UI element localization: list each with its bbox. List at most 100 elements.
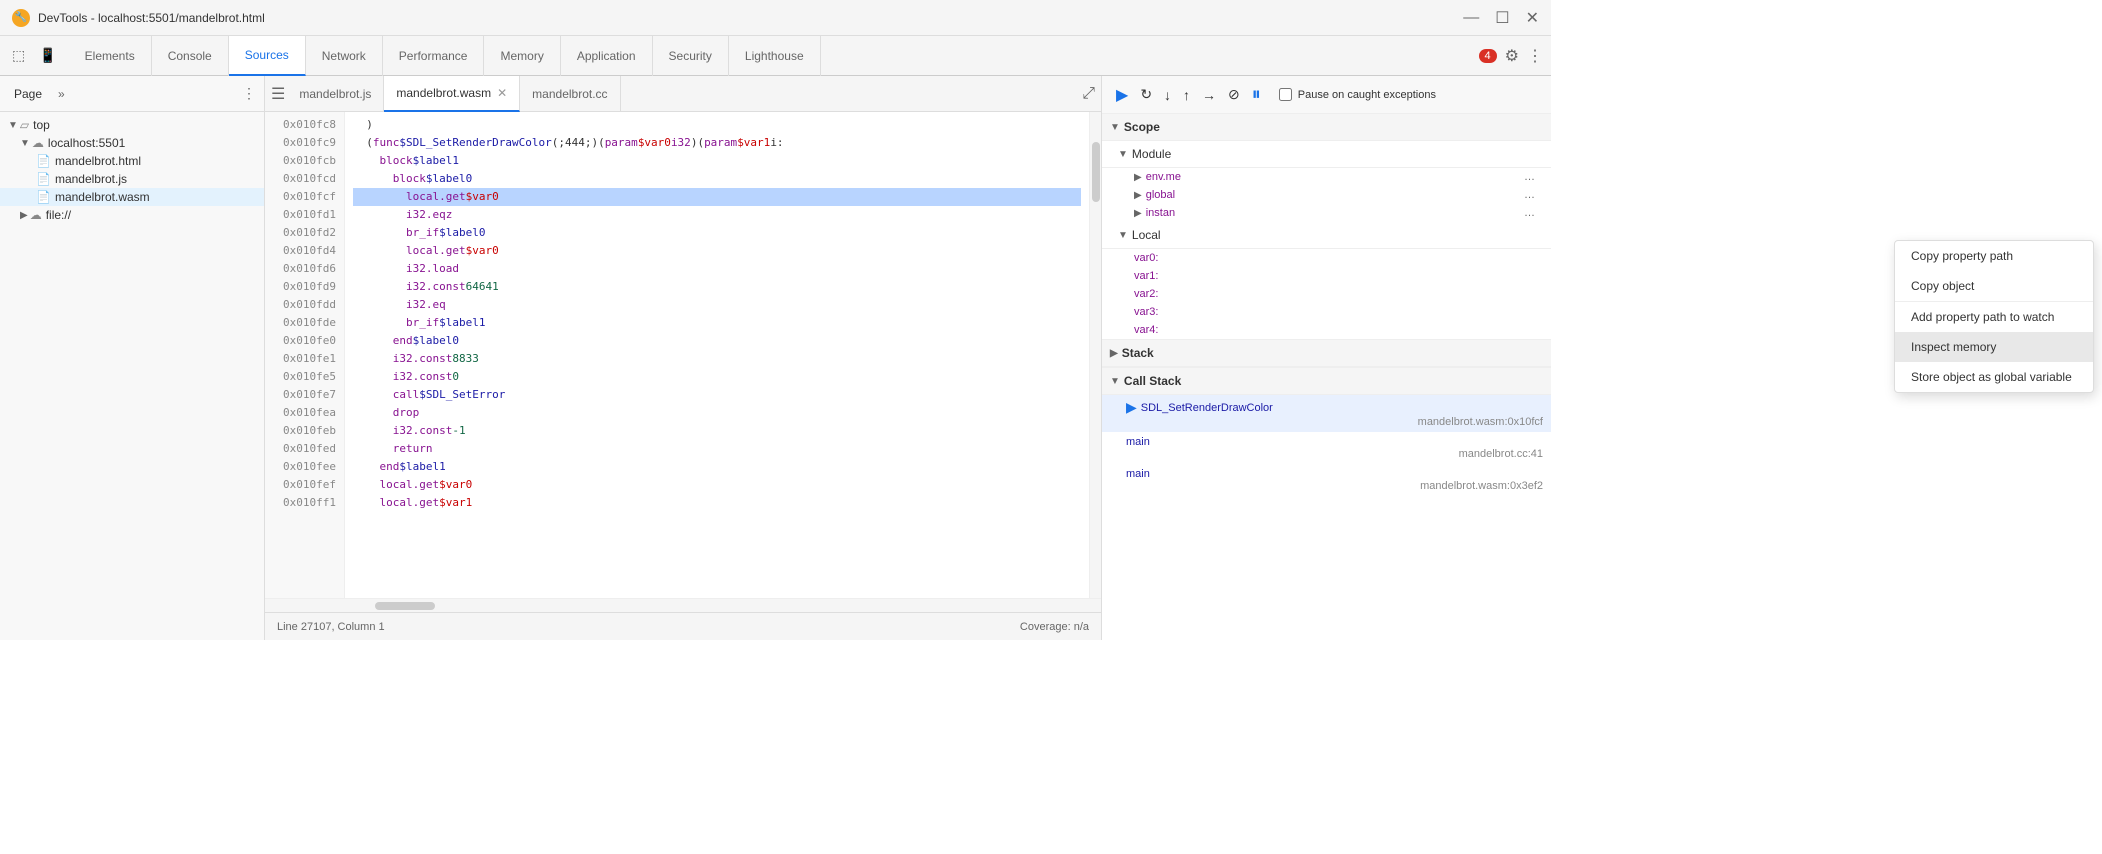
tab-network[interactable]: Network (306, 36, 383, 76)
editor-area: ☰ mandelbrot.js mandelbrot.wasm ✕ mandel… (265, 76, 1101, 640)
tree-item-label: localhost:5501 (48, 136, 125, 150)
filesystem-icon: ☁ (30, 208, 42, 222)
editor-tab-cc[interactable]: mandelbrot.cc (520, 76, 620, 112)
tree-item-label: mandelbrot.wasm (55, 190, 150, 204)
module-section-header[interactable]: ▼ Module (1102, 141, 1551, 168)
tab-elements[interactable]: Elements (69, 36, 152, 76)
callstack-item-2[interactable]: main mandelbrot.wasm:0x3ef2 (1102, 464, 1551, 496)
step-into-button[interactable]: ↓ (1162, 85, 1173, 105)
callstack-fn-0: SDL_SetRenderDrawColor (1141, 402, 1273, 414)
scope-var2-item[interactable]: var2: (1102, 285, 1551, 303)
chevron-down-icon: ▼ (1110, 376, 1120, 387)
chevron-right-icon: ▶ (1134, 208, 1142, 219)
scope-instan-item[interactable]: ▶ instan … (1102, 204, 1551, 222)
tab-memory[interactable]: Memory (484, 36, 560, 76)
server-icon: ☁ (32, 136, 44, 150)
tree-item-file[interactable]: ▶ ☁ file:// (0, 206, 264, 224)
chevron-right-icon: ▶ (1134, 172, 1142, 183)
code-area: 0x010fc8 0x010fc9 0x010fcb 0x010fcd 0x01… (265, 112, 1101, 598)
debugger-toolbar: ▶ ↻ ↓ ↑ → ⊘ ⏸ Pause on caught exceptions (1102, 76, 1551, 114)
var3-key: var3: (1134, 306, 1158, 318)
code-line: ) (353, 116, 1081, 134)
scope-env-item[interactable]: ▶ env.me … (1102, 168, 1551, 186)
callstack-item-1[interactable]: main mandelbrot.cc:41 (1102, 432, 1551, 464)
scope-var4-item[interactable]: var4: (1102, 321, 1551, 339)
editor-tab-wasm[interactable]: mandelbrot.wasm ✕ (384, 76, 520, 112)
coverage-status: Coverage: n/a (1020, 621, 1089, 633)
tree-item-label: file:// (46, 208, 71, 222)
callstack-item-0[interactable]: ▶ SDL_SetRenderDrawColor mandelbrot.wasm… (1102, 395, 1551, 432)
settings-button[interactable]: ⚙ (1505, 46, 1519, 66)
scope-global-item[interactable]: ▶ global … (1102, 186, 1551, 204)
minimize-button[interactable]: — (1463, 8, 1479, 28)
more-options-button[interactable]: ⋮ (1527, 46, 1543, 66)
local-label: Local (1132, 228, 1161, 242)
code-content[interactable]: ) (func $SDL_SetRenderDrawColor (;444;) … (345, 112, 1089, 598)
step-over-button[interactable]: ↻ (1138, 84, 1154, 105)
scope-var3-item[interactable]: var3: (1102, 303, 1551, 321)
mobile-toggle-button[interactable]: 📱 (35, 45, 60, 66)
show-quick-source-button[interactable]: ⤢ (1080, 83, 1097, 105)
tree-item-html[interactable]: 📄 mandelbrot.html (0, 152, 264, 170)
editor-tab-label: mandelbrot.cc (532, 87, 607, 101)
step-button[interactable]: → (1200, 85, 1218, 105)
code-line: end $label0 (353, 332, 1081, 350)
tree-item-localhost[interactable]: ▼ ☁ localhost:5501 (0, 134, 264, 152)
editor-nav-buttons: ⤢ (1080, 83, 1097, 105)
inspect-element-button[interactable]: ⬚ (8, 45, 29, 66)
callstack-section-header[interactable]: ▼ Call Stack (1102, 367, 1551, 395)
code-line: block $label1 (353, 152, 1081, 170)
editor-tab-js[interactable]: mandelbrot.js (287, 76, 384, 112)
filetree-header: Page » ⋮ (0, 76, 264, 112)
toggle-navigator-button[interactable]: ☰ (269, 82, 287, 106)
chevron-right-icon: ▶ (1134, 190, 1142, 201)
vertical-scrollbar[interactable] (1089, 112, 1101, 598)
file-tree-panel: Page » ⋮ ▼ ▱ top ▼ ☁ localhost:5501 📄 ma… (0, 76, 265, 640)
tree-item-top[interactable]: ▼ ▱ top (0, 116, 264, 134)
chevron-down-icon: ▼ (8, 120, 18, 131)
filetree-tabs: Page » (8, 85, 71, 103)
stack-label: Stack (1122, 346, 1154, 360)
ellipsis-icon: … (1524, 171, 1535, 183)
var1-key: var1: (1134, 270, 1158, 282)
stack-section-header[interactable]: ▶ Stack (1102, 339, 1551, 367)
frame-icon: ▱ (20, 118, 29, 132)
horizontal-scrollbar[interactable] (265, 598, 1101, 612)
editor-tab-label: mandelbrot.js (299, 87, 371, 101)
pause-button[interactable]: ⏸ (1250, 82, 1263, 107)
tree-item-js[interactable]: 📄 mandelbrot.js (0, 170, 264, 188)
callstack-loc-1: mandelbrot.cc:41 (1126, 448, 1543, 460)
code-line: local.get $var1 (353, 494, 1081, 512)
tab-application[interactable]: Application (561, 36, 653, 76)
tab-lighthouse[interactable]: Lighthouse (729, 36, 821, 76)
scope-section-header[interactable]: ▼ Scope (1102, 114, 1551, 141)
close-button[interactable]: ✕ (1526, 8, 1539, 28)
filetree-tab-more[interactable]: » (52, 85, 71, 103)
var0-key: var0: (1134, 252, 1158, 264)
maximize-button[interactable]: ☐ (1495, 8, 1509, 28)
filetree-tab-page[interactable]: Page (8, 85, 48, 103)
ellipsis-icon: … (1524, 189, 1535, 201)
editor-tabs: ☰ mandelbrot.js mandelbrot.wasm ✕ mandel… (265, 76, 1101, 112)
code-line: end $label1 (353, 458, 1081, 476)
tab-sources[interactable]: Sources (229, 36, 306, 76)
scope-var1-item[interactable]: var1: (1102, 267, 1551, 285)
scope-global-key: global (1146, 189, 1175, 201)
chevron-right-icon: ▶ (1110, 348, 1118, 359)
filetree-more-button[interactable]: ⋮ (242, 85, 256, 102)
step-out-button[interactable]: ↑ (1181, 85, 1192, 105)
scope-panel: ▼ Scope ▼ Module ▶ env.me … ▶ global (1102, 114, 1551, 640)
local-section-header[interactable]: ▼ Local (1102, 222, 1551, 249)
tab-console[interactable]: Console (152, 36, 229, 76)
tab-security[interactable]: Security (653, 36, 729, 76)
code-line: drop (353, 404, 1081, 422)
scope-var0-item[interactable]: var0: (1102, 249, 1551, 267)
tree-item-wasm[interactable]: 📄 mandelbrot.wasm (0, 188, 264, 206)
pause-on-exceptions-checkbox[interactable] (1279, 88, 1292, 101)
editor-tab-close-icon[interactable]: ✕ (497, 86, 507, 100)
right-panel: ▶ ↻ ↓ ↑ → ⊘ ⏸ Pause on caught exceptions… (1101, 76, 1551, 640)
tab-performance[interactable]: Performance (383, 36, 485, 76)
resume-button[interactable]: ▶ (1114, 83, 1130, 107)
deactivate-breakpoints-button[interactable]: ⊘ (1226, 84, 1242, 105)
tabbar-right-controls: 4 ⚙ ⋮ (1471, 46, 1551, 66)
